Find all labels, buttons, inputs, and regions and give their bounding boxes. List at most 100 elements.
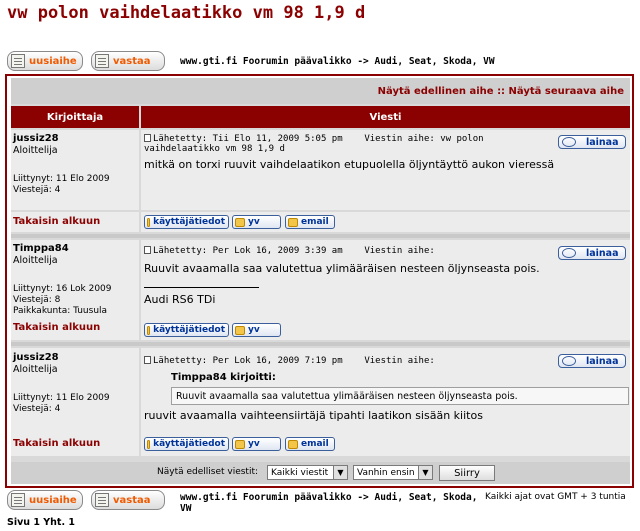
display-options-bar: Näytä edelliset viestit: Kaikki viestit … (11, 462, 630, 484)
page-title: vw polon vaihdelaatikko vm 98 1,9 d (7, 3, 366, 23)
reply-button-bottom[interactable]: vastaa (91, 490, 165, 510)
post-date: Lähetetty: Per Lok 16, 2009 7:19 pm (153, 356, 343, 366)
post-footer-author-cell: Takaisin alkuun (11, 320, 139, 340)
profile-button[interactable]: käyttäjätiedot (144, 437, 229, 451)
post-body-cell: Lähetetty: Per Lok 16, 2009 3:39 am Vies… (141, 240, 630, 320)
chevron-down-icon: ▼ (333, 466, 347, 479)
new-topic-label: uusiaihe (29, 55, 77, 67)
post-author-cell: jussiz28 Aloittelija Liittynyt: 11 Elo 2… (11, 348, 139, 432)
quote-button[interactable]: lainaa (558, 135, 626, 149)
pm-button[interactable]: yv (232, 323, 281, 337)
post-footer-author-cell: Takaisin alkuun (11, 432, 139, 456)
go-button[interactable]: Siirry (439, 465, 495, 481)
post-author-count: Viestejä: 8 (13, 295, 61, 305)
post-author-joined: Liittynyt: 11 Elo 2009 (13, 393, 110, 403)
post-filter-select[interactable]: Kaikki viestit ▼ (267, 465, 348, 480)
quote-label: lainaa (586, 136, 619, 148)
breadcrumb-home-link[interactable]: www.gti.fi Foorumin päävalikko (180, 56, 352, 67)
post-signature: Audi RS6 TDi (144, 293, 216, 306)
email-label: email (301, 217, 329, 227)
new-topic-icon (11, 54, 25, 68)
email-label: email (301, 439, 329, 449)
topic-frame: Näytä edellinen aihe :: Näytä seuraava a… (5, 74, 634, 488)
email-button[interactable]: email (285, 215, 335, 229)
show-prev-label: Näytä edelliset viestit: (157, 467, 259, 477)
post-author-joined: Liittynyt: 16 Lok 2009 (13, 284, 112, 294)
quote-icon (562, 137, 576, 147)
message-column-header: Viesti (141, 106, 630, 128)
post-separator (11, 342, 630, 346)
post-text: ruuvit avaamalla vaihteensiirtäjä tipaht… (144, 409, 483, 422)
post-order-value: Vanhin ensin (357, 467, 415, 478)
post-author-cell: jussiz28 Aloittelija Liittynyt: 11 Elo 2… (11, 130, 139, 210)
new-topic-icon (11, 493, 25, 507)
post-author-name[interactable]: Timppa84 (13, 243, 69, 254)
pm-icon (235, 325, 245, 335)
quote-button[interactable]: lainaa (558, 246, 626, 260)
post-subject: Viestin aihe: (364, 246, 435, 256)
quote-label: lainaa (586, 355, 619, 367)
breadcrumb-home-link[interactable]: www.gti.fi Foorumin päävalikko (180, 492, 352, 503)
post-author-location: Paikkakunta: Tuusula (13, 306, 108, 316)
chevron-down-icon: ▼ (418, 466, 432, 479)
next-topic-link[interactable]: Näytä seuraava aihe (509, 86, 624, 97)
back-to-top-link[interactable]: Takaisin alkuun (13, 322, 100, 333)
breadcrumb-forum-link[interactable]: Audi, Seat, Skoda, VW (375, 56, 495, 67)
prev-topic-link[interactable]: Näytä edellinen aihe (378, 86, 494, 97)
new-topic-button-bottom[interactable]: uusiaihe (7, 490, 83, 510)
post-icon (144, 246, 151, 254)
quote-icon (562, 248, 576, 258)
post-header: Lähetetty: Tii Elo 11, 2009 5:05 pm Vies… (144, 134, 554, 154)
post-order-select[interactable]: Vanhin ensin ▼ (353, 465, 433, 480)
quote-label: lainaa (586, 247, 619, 259)
pm-label: yv (248, 325, 260, 335)
post-author-joined: Liittynyt: 11 Elo 2009 (13, 174, 110, 184)
post-author-name[interactable]: jussiz28 (13, 133, 59, 144)
topic-nav-row: Näytä edellinen aihe :: Näytä seuraava a… (11, 78, 630, 104)
breadcrumb: www.gti.fi Foorumin päävalikko -> Audi, … (180, 56, 495, 67)
post-footer-cell: käyttäjätiedot yv (141, 320, 630, 340)
profile-icon (147, 439, 151, 449)
breadcrumb-bottom: www.gti.fi Foorumin päävalikko -> Audi, … (180, 492, 480, 514)
pm-button[interactable]: yv (232, 437, 281, 451)
back-to-top-link[interactable]: Takaisin alkuun (13, 438, 100, 449)
post-author-rank: Aloittelija (13, 145, 58, 156)
new-topic-label: uusiaihe (29, 494, 77, 506)
profile-label: käyttäjätiedot (153, 439, 225, 449)
new-topic-button[interactable]: uusiaihe (7, 51, 83, 71)
post-author-cell: Timppa84 Aloittelija Liittynyt: 16 Lok 2… (11, 240, 139, 320)
quote-button[interactable]: lainaa (558, 354, 626, 368)
back-to-top-link[interactable]: Takaisin alkuun (13, 216, 100, 227)
pm-icon (235, 439, 245, 449)
post-header: Lähetetty: Per Lok 16, 2009 3:39 am Vies… (144, 246, 554, 256)
profile-button[interactable]: käyttäjätiedot (144, 215, 229, 229)
profile-icon (147, 325, 151, 335)
post-author-rank: Aloittelija (13, 255, 58, 266)
profile-label: käyttäjätiedot (153, 217, 225, 227)
breadcrumb-arrow: -> (357, 56, 369, 67)
reply-label: vastaa (113, 494, 151, 506)
pm-label: yv (248, 217, 260, 227)
email-icon (288, 217, 298, 227)
post-body-cell: Lähetetty: Tii Elo 11, 2009 5:05 pm Vies… (141, 130, 630, 210)
post-text: Ruuvit avaamalla saa valutettua ylimäärä… (144, 262, 540, 275)
reply-button[interactable]: vastaa (91, 51, 165, 71)
email-button[interactable]: email (285, 437, 335, 451)
pm-label: yv (248, 439, 260, 449)
post-date: Lähetetty: Per Lok 16, 2009 3:39 am (153, 246, 343, 256)
post-author-rank: Aloittelija (13, 364, 58, 375)
profile-label: käyttäjätiedot (153, 325, 225, 335)
breadcrumb-arrow: -> (357, 492, 369, 503)
post-body-cell: Lähetetty: Per Lok 16, 2009 7:19 pm Vies… (141, 348, 630, 432)
post-header: Lähetetty: Per Lok 16, 2009 7:19 pm Vies… (144, 356, 554, 366)
post-icon (144, 134, 151, 142)
pm-button[interactable]: yv (232, 215, 281, 229)
post-separator (11, 234, 630, 238)
nav-separator: :: (497, 86, 506, 97)
post-author-count: Viestejä: 4 (13, 404, 61, 414)
author-column-header: Kirjoittaja (11, 106, 139, 128)
post-author-name[interactable]: jussiz28 (13, 352, 59, 363)
pagination-text: Sivu 1 Yht. 1 (7, 517, 75, 528)
post-icon (144, 356, 151, 364)
profile-button[interactable]: käyttäjätiedot (144, 323, 229, 337)
